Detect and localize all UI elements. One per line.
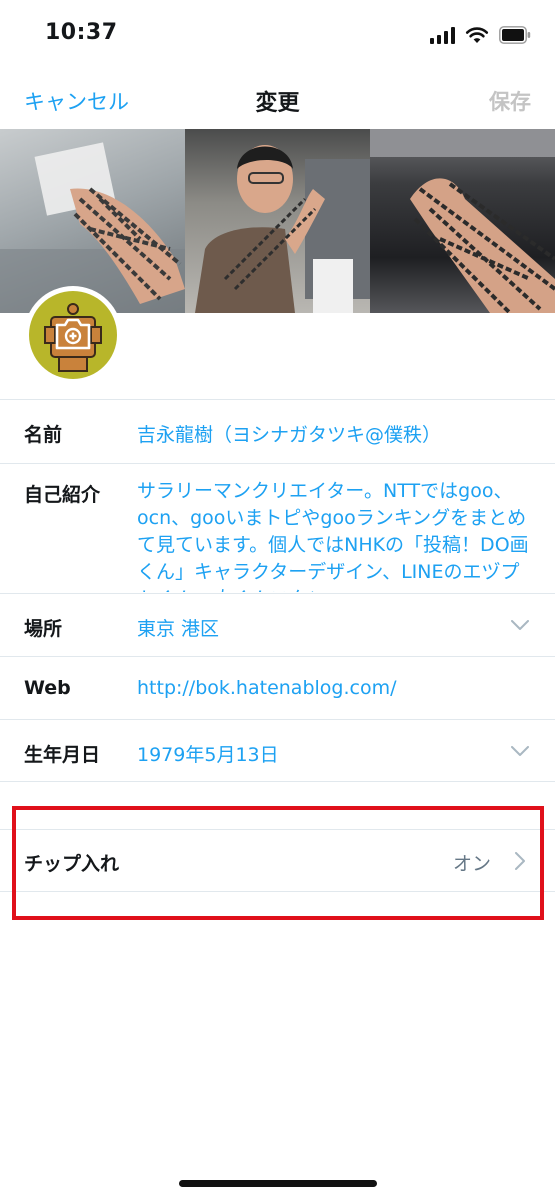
save-button[interactable]: 保存 [489, 86, 531, 116]
status-bar: 10:37 [0, 0, 555, 70]
web-field[interactable]: http://bok.hatenablog.com/ [137, 677, 397, 699]
chevron-down-icon[interactable] [511, 620, 529, 630]
highlight-frame [12, 806, 544, 920]
location-row[interactable]: 場所 東京 港区 [0, 593, 555, 656]
birthday-field[interactable]: 1979年5月13日 [137, 740, 279, 767]
birthday-label: 生年月日 [24, 744, 101, 766]
header-photo-1 [0, 129, 185, 313]
web-label: Web [24, 677, 71, 699]
avatar[interactable] [24, 286, 122, 384]
bio-field[interactable]: サラリーマンクリエイター。NTTではgoo、ocn、gooいまトピやgooランキ… [137, 478, 537, 592]
bio-row[interactable]: 自己紹介 サラリーマンクリエイター。NTTではgoo、ocn、gooいまトピやg… [0, 463, 555, 593]
name-field[interactable]: 吉永龍樹（ヨシナガタツキ@僕秩） [137, 420, 441, 447]
location-field[interactable]: 東京 港区 [137, 614, 219, 641]
battery-icon [499, 26, 531, 44]
birthday-row[interactable]: 生年月日 1979年5月13日 [0, 719, 555, 782]
header-image[interactable] [0, 129, 555, 313]
camera-plus-icon [55, 318, 91, 350]
bio-label: 自己紹介 [24, 484, 101, 506]
web-row[interactable]: Web http://bok.hatenablog.com/ [0, 656, 555, 719]
status-icons [430, 24, 531, 46]
chevron-down-icon[interactable] [511, 746, 529, 756]
name-row[interactable]: 名前 吉永龍樹（ヨシナガタツキ@僕秩） [0, 399, 555, 463]
home-indicator[interactable] [179, 1180, 377, 1187]
location-label: 場所 [24, 618, 63, 640]
nav-bar: キャンセル 変更 保存 [0, 70, 555, 128]
header-photo-2 [185, 129, 370, 313]
header-photo-3 [370, 129, 555, 313]
page-title: 変更 [255, 91, 300, 116]
name-label: 名前 [24, 424, 63, 446]
signal-icon [430, 26, 455, 44]
status-time: 10:37 [45, 20, 118, 45]
wifi-icon [465, 27, 489, 43]
